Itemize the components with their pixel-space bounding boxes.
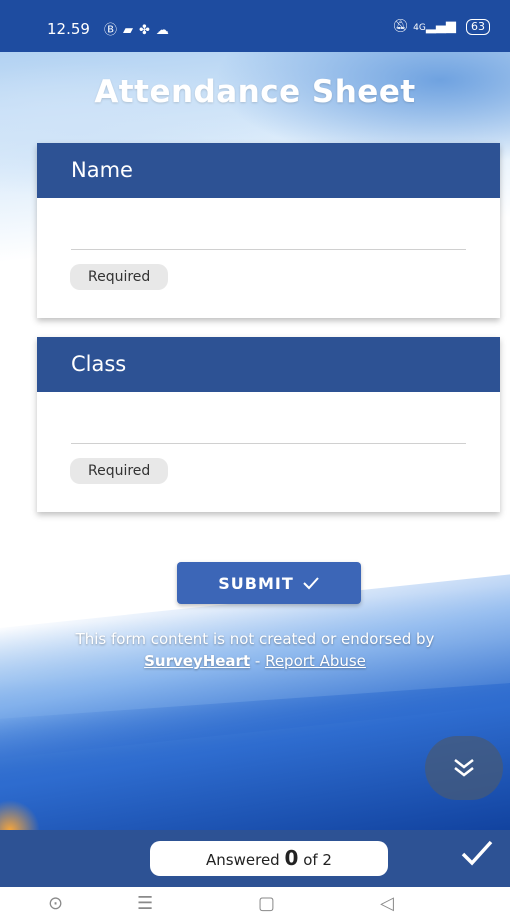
status-bar: 12.59 Ⓑ▰✤☁ 🔕︎ 4G▂▄▆ 63 bbox=[0, 0, 510, 52]
class-input[interactable] bbox=[71, 442, 466, 444]
scroll-down-button[interactable] bbox=[425, 736, 503, 800]
answered-counter: Answered 0 of 2 bbox=[150, 841, 388, 876]
mute-icon: 🔕︎ bbox=[392, 19, 410, 34]
fan-icon: ✤ bbox=[139, 23, 156, 38]
menu-icon[interactable]: ☰ bbox=[137, 893, 153, 914]
check-icon[interactable] bbox=[460, 838, 494, 868]
assistant-icon[interactable]: ⊙ bbox=[48, 893, 63, 914]
status-notification-icons: Ⓑ▰✤☁ bbox=[104, 19, 175, 38]
home-icon[interactable]: ▢ bbox=[258, 893, 275, 914]
battery-icon: 63 bbox=[466, 19, 490, 35]
answered-prefix: Answered bbox=[206, 851, 280, 869]
report-abuse-link[interactable]: Report Abuse bbox=[265, 652, 366, 670]
cloud-icon: ☁ bbox=[155, 23, 175, 38]
answered-count: 0 bbox=[284, 846, 299, 870]
form-title: Attendance Sheet bbox=[94, 74, 416, 110]
signal-icon: ▂▄▆ bbox=[425, 19, 456, 34]
submit-label: SUBMIT bbox=[218, 573, 294, 593]
status-system-icons: 🔕︎ 4G▂▄▆ 63 bbox=[392, 19, 490, 35]
network-label: 4G bbox=[413, 23, 426, 33]
b-circle-icon: Ⓑ bbox=[104, 23, 124, 38]
required-badge: Required bbox=[70, 264, 169, 290]
check-icon bbox=[303, 577, 319, 590]
back-icon[interactable]: ◁ bbox=[380, 893, 394, 914]
question-card-name: Name Required bbox=[37, 143, 500, 318]
system-nav-bar: ⊙ ☰ ▢ ◁ bbox=[0, 887, 510, 921]
disclaimer: This form content is not created or endo… bbox=[0, 628, 510, 672]
question-card-class: Class Required bbox=[37, 337, 500, 512]
status-time: 12.59 bbox=[47, 20, 90, 38]
question-label: Class bbox=[37, 337, 500, 392]
disclaimer-text: This form content is not created or endo… bbox=[75, 630, 435, 648]
submit-button[interactable]: SUBMIT bbox=[177, 562, 361, 604]
answered-total: of 2 bbox=[303, 851, 332, 869]
progress-bar: Answered 0 of 2 bbox=[0, 830, 510, 887]
app-icon: ▰ bbox=[123, 23, 140, 38]
double-chevron-down-icon bbox=[454, 759, 474, 777]
question-label: Name bbox=[37, 143, 500, 198]
required-badge: Required bbox=[70, 458, 169, 484]
surveyheart-link[interactable]: SurveyHeart bbox=[144, 652, 250, 670]
separator: - bbox=[250, 652, 266, 670]
name-input[interactable] bbox=[71, 248, 466, 250]
